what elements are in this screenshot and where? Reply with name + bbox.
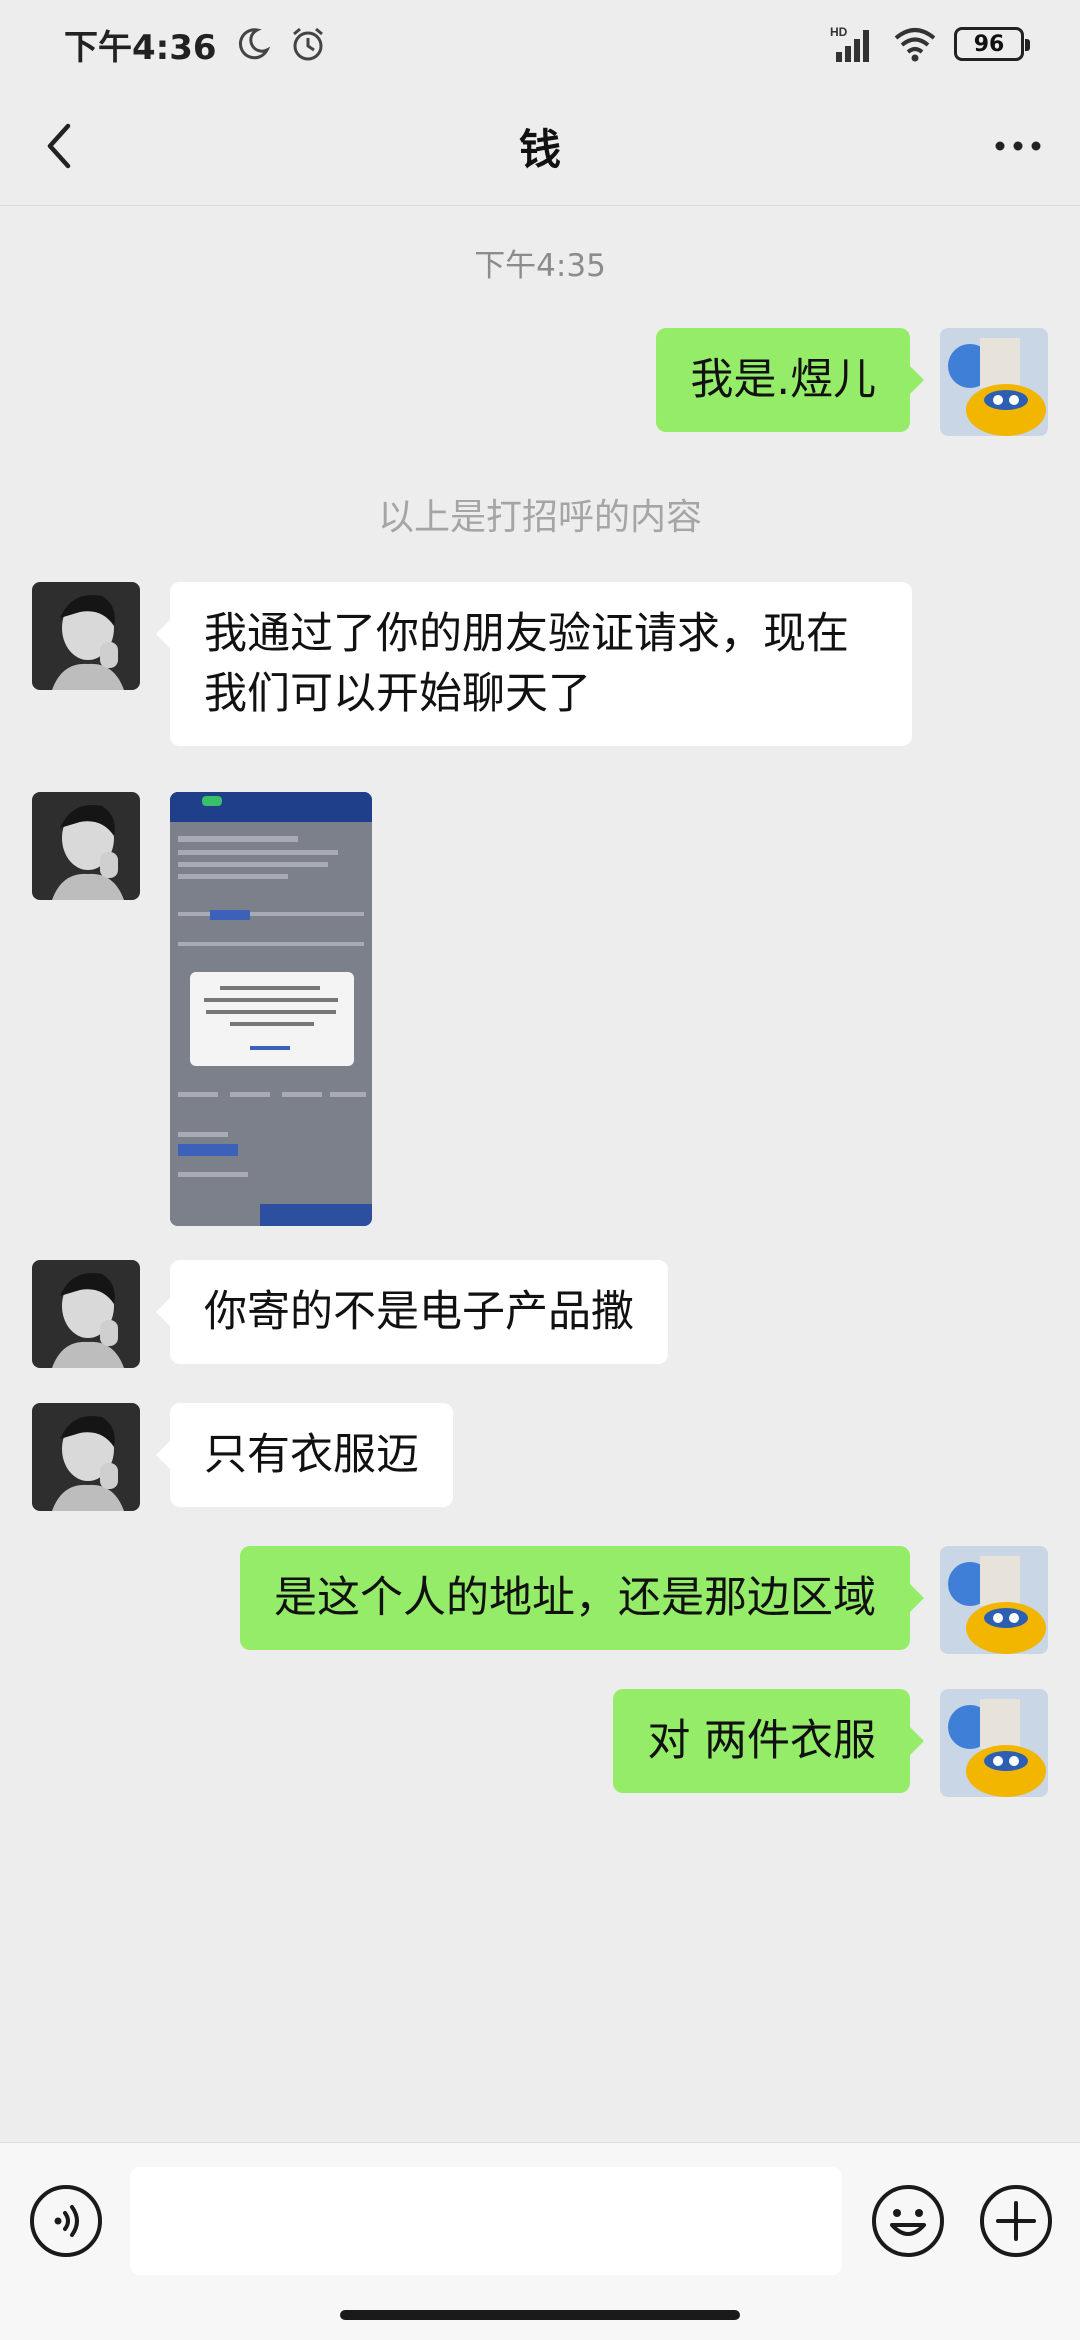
home-indicator[interactable] <box>340 2310 740 2320</box>
time-separator: 下午4:35 <box>474 248 606 284</box>
contact-avatar[interactable] <box>32 1403 140 1511</box>
wifi-icon <box>894 28 936 62</box>
chat-title: 钱 <box>518 125 561 174</box>
status-left: 下午4:36 <box>64 20 327 69</box>
contact-avatar[interactable] <box>32 792 140 900</box>
back-arrow-icon[interactable] <box>30 114 94 178</box>
status-bar: 下午4:36 HD 96 <box>0 0 1080 88</box>
contact-avatar[interactable] <box>32 582 140 690</box>
more-options-icon[interactable] <box>986 114 1050 178</box>
contact-avatar[interactable] <box>32 1260 140 1368</box>
chat-header: 钱 <box>0 88 1080 206</box>
network-label: HD <box>830 25 848 39</box>
plus-icon[interactable] <box>978 2183 1054 2259</box>
status-time: 下午4:36 <box>64 27 217 68</box>
incoming-message[interactable]: 你寄的不是电子产品撒 <box>156 1260 668 1364</box>
image-message[interactable] <box>170 792 372 1226</box>
alarm-icon <box>292 27 323 61</box>
incoming-message[interactable]: 我通过了你的朋友验证请求，现在我们可以开始聊天了 <box>156 582 912 746</box>
battery-indicator: 96 <box>954 27 1030 61</box>
voice-icon[interactable] <box>28 2183 104 2259</box>
outgoing-message[interactable]: 是这个人的地址，还是那边区域 <box>240 1546 924 1650</box>
outgoing-message[interactable]: 对 两件衣服 <box>613 1689 924 1793</box>
moon-icon <box>238 28 270 60</box>
status-right: HD 96 <box>830 24 1030 64</box>
system-note: 以上是打招呼的内容 <box>377 497 702 538</box>
outgoing-message[interactable]: 我是.煜儿 <box>656 328 924 432</box>
signal-icon: HD <box>830 25 869 62</box>
message-input[interactable] <box>130 2167 842 2275</box>
battery-level: 96 <box>973 31 1005 57</box>
incoming-message[interactable]: 只有衣服迈 <box>156 1403 453 1507</box>
my-avatar[interactable] <box>940 1689 1048 1797</box>
my-avatar[interactable] <box>940 328 1048 436</box>
my-avatar[interactable] <box>940 1546 1048 1654</box>
emoji-icon[interactable] <box>870 2183 946 2259</box>
